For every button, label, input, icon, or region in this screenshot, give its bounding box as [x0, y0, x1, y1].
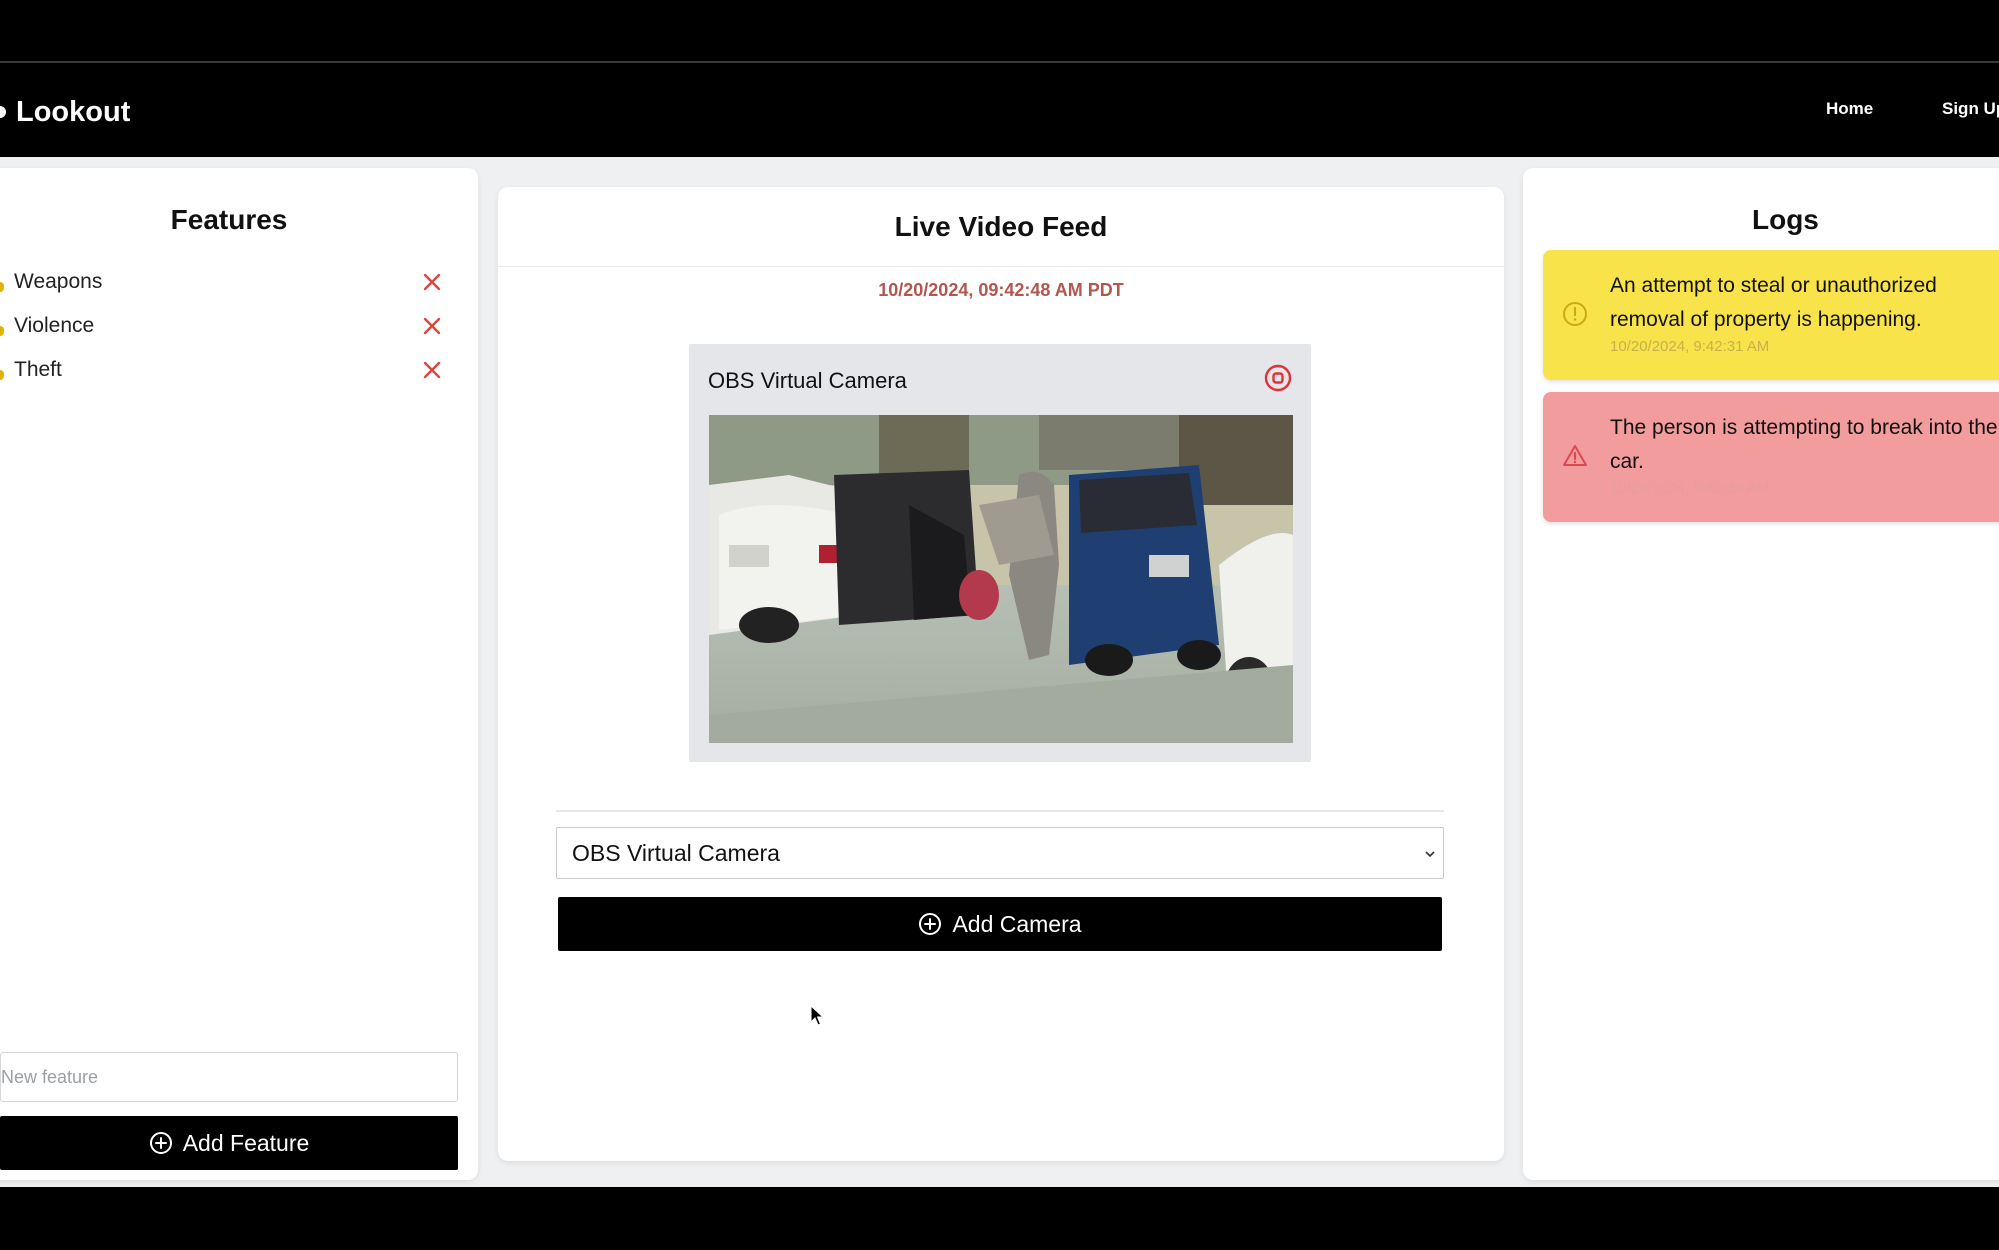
log-entry-alert[interactable]: The person is attempting to break into t…	[1543, 392, 1999, 522]
window-bottom-bar	[0, 1187, 1999, 1250]
camera-video-feed[interactable]	[709, 415, 1293, 743]
current-timestamp: 10/20/2024, 09:42:48 AM PDT	[878, 280, 1124, 300]
video-title: Live Video Feed	[894, 211, 1108, 242]
feature-list: Weapons Violence Theft	[0, 260, 444, 392]
remove-theft-icon[interactable]	[420, 358, 444, 382]
feature-label: Theft	[14, 358, 62, 381]
video-header: Live Video Feed	[498, 187, 1504, 267]
camera-name: OBS Virtual Camera	[708, 368, 907, 393]
mouse-cursor-icon	[810, 1005, 824, 1026]
feature-item-violence: Violence	[0, 304, 444, 348]
live-video-panel: Live Video Feed 10/20/2024, 09:42:48 AM …	[498, 187, 1504, 1161]
plus-circle-icon	[149, 1132, 172, 1154]
nav-link-sign-up[interactable]: Sign Up	[1942, 99, 1999, 119]
plus-circle-icon	[919, 913, 942, 935]
window-top-bar	[0, 0, 1999, 63]
nav-link-home[interactable]: Home	[1826, 99, 1873, 119]
brand-logo[interactable]: Lookout	[0, 92, 130, 132]
chevron-down-icon	[1425, 851, 1435, 858]
add-feature-label: Add Feature	[182, 1129, 310, 1156]
logs-panel: Logs An attempt to steal or unauthorized…	[1523, 168, 1999, 1180]
feature-item-weapons: Weapons	[0, 260, 444, 304]
feature-bullet-icon	[0, 282, 4, 292]
brand-icon	[0, 106, 6, 118]
feature-bullet-icon	[0, 326, 4, 336]
street-scene-image	[709, 415, 1293, 743]
log-message: The person is attempting to break into t…	[1610, 416, 1998, 473]
remove-violence-icon[interactable]	[420, 314, 444, 338]
features-title: Features	[170, 204, 288, 235]
remove-weapons-icon[interactable]	[420, 270, 444, 294]
add-camera-button[interactable]: Add Camera	[558, 897, 1442, 951]
main-content: Features Weapons Violence Theft Add	[0, 157, 1999, 1187]
feature-bullet-icon	[0, 370, 4, 380]
alert-circle-icon	[1563, 302, 1587, 326]
new-feature-input[interactable]	[1, 1053, 457, 1101]
logs-title: Logs	[1752, 204, 1819, 235]
camera-card: OBS Virtual Camera	[689, 344, 1311, 762]
log-time: 10/20/2024, 9:42:36 AM	[1610, 480, 1770, 497]
log-message: An attempt to steal or unauthorized remo…	[1610, 274, 1937, 331]
log-time: 10/20/2024, 9:42:31 AM	[1610, 338, 1770, 355]
feature-label: Weapons	[14, 270, 103, 293]
add-camera-label: Add Camera	[952, 910, 1082, 937]
brand-name: Lookout	[16, 95, 131, 128]
warning-triangle-icon	[1563, 445, 1587, 466]
add-feature-button[interactable]: Add Feature	[0, 1116, 458, 1170]
feature-label: Violence	[14, 314, 95, 337]
features-panel: Features Weapons Violence Theft Add	[0, 168, 478, 1180]
feature-item-theft: Theft	[0, 348, 444, 392]
camera-select[interactable]: OBS Virtual Camera	[556, 827, 1444, 879]
stop-recording-icon[interactable]	[1263, 363, 1293, 393]
new-feature-field	[0, 1052, 458, 1102]
navbar: Lookout Home Sign Up	[0, 65, 1999, 157]
log-entry-warning[interactable]: An attempt to steal or unauthorized remo…	[1543, 250, 1999, 380]
camera-select-value: OBS Virtual Camera	[572, 839, 780, 866]
section-divider	[556, 810, 1444, 812]
